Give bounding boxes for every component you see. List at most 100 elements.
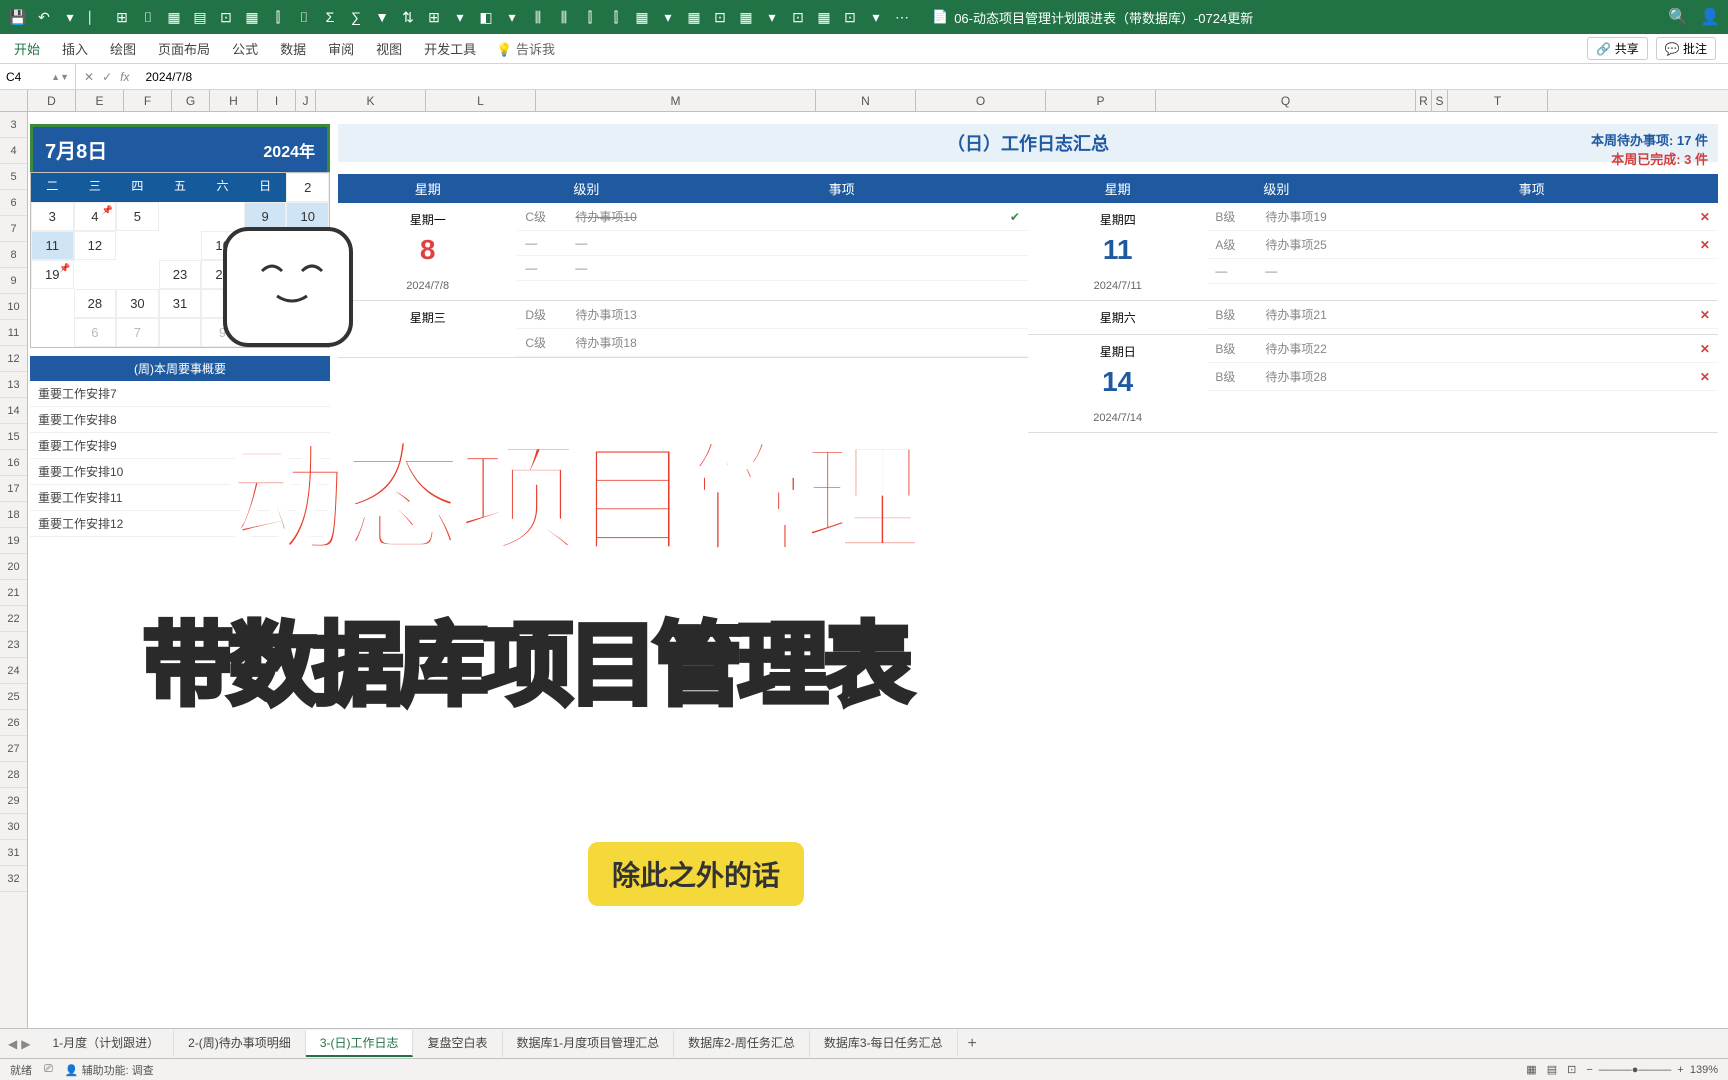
qat-icon[interactable]: ⫿ [268,7,288,27]
cal-cell[interactable]: 12 [74,231,117,260]
qat-icon[interactable]: ⎸ [86,7,106,27]
qat-icon[interactable]: ⊡ [788,7,808,27]
qat-icon[interactable]: ⫼ [528,7,548,27]
row-header[interactable]: 14 [0,398,27,424]
cal-cell[interactable] [159,318,202,347]
cal-cell[interactable]: 31 [159,289,202,318]
cal-cell[interactable]: 5 [116,202,159,231]
row-header[interactable]: 10 [0,294,27,320]
qat-icon[interactable]: ⊞ [424,7,444,27]
sheet-tab[interactable]: 1-月度（计划跟进） [38,1030,174,1057]
row-header[interactable]: 15 [0,424,27,450]
col-header[interactable]: J [296,90,316,111]
zoom-in-icon[interactable]: + [1677,1064,1683,1076]
col-header[interactable]: E [76,90,124,111]
qat-icon[interactable]: ⫿ [606,7,626,27]
qat-icon[interactable]: ▾ [450,7,470,27]
cancel-icon[interactable]: ✕ [84,70,94,84]
col-header[interactable]: G [172,90,210,111]
row-header[interactable]: 22 [0,606,27,632]
user-icon[interactable]: 👤 [1700,7,1720,27]
tab-next-icon[interactable]: ▶ [21,1037,30,1051]
row-header[interactable]: 30 [0,814,27,840]
task-row[interactable]: —— [517,231,1028,256]
ribbon-tab-8[interactable]: 开发工具 [422,35,478,62]
row-header[interactable]: 27 [0,736,27,762]
sheet-tab[interactable]: 2-(周)待办事项明细 [174,1030,306,1057]
row-header[interactable]: 20 [0,554,27,580]
col-header[interactable]: K [316,90,426,111]
row-header[interactable]: 7 [0,216,27,242]
col-header[interactable]: H [210,90,258,111]
share-button[interactable]: 🔗 共享 [1587,37,1647,60]
sort-icon[interactable]: ⇅ [398,7,418,27]
qat-icon[interactable]: ⊡ [710,7,730,27]
col-header[interactable]: Q [1156,90,1416,111]
ribbon-tab-2[interactable]: 绘图 [108,35,138,62]
row-header[interactable]: 3 [0,112,27,138]
qat-icon[interactable]: ▾ [762,7,782,27]
row-header[interactable]: 17 [0,476,27,502]
row-header[interactable]: 24 [0,658,27,684]
zoom-slider[interactable]: ———●——— [1599,1064,1672,1076]
confirm-icon[interactable]: ✓ [102,70,112,84]
row-header[interactable]: 16 [0,450,27,476]
task-row[interactable]: —— [517,256,1028,281]
qat-icon[interactable]: ⌷ [138,7,158,27]
search-icon[interactable]: 🔍 [1668,7,1688,27]
undo-icon[interactable]: ↶ [34,7,54,27]
row-header[interactable]: 25 [0,684,27,710]
zoom-out-icon[interactable]: − [1586,1064,1592,1076]
sheet-tab[interactable]: 3-(日)工作日志 [306,1030,414,1057]
ribbon-tab-3[interactable]: 页面布局 [156,35,212,62]
qat-icon[interactable]: Σ [320,7,340,27]
qat-icon[interactable]: ⫿ [580,7,600,27]
row-header[interactable]: 28 [0,762,27,788]
task-row[interactable]: A级待办事项25✕ [1207,231,1718,259]
col-header[interactable]: O [916,90,1046,111]
view-layout-icon[interactable]: ▤ [1547,1063,1557,1076]
qat-icon[interactable]: ⊞ [112,7,132,27]
row-header[interactable]: 32 [0,866,27,892]
task-row[interactable]: B级待办事项22✕ [1207,335,1718,363]
row-header[interactable]: 8 [0,242,27,268]
formula-value[interactable]: 2024/7/8 [137,70,200,84]
cal-cell[interactable]: 23 [159,260,202,289]
col-header[interactable]: N [816,90,916,111]
ribbon-tab-6[interactable]: 审阅 [326,35,356,62]
qat-icon[interactable]: ▦ [684,7,704,27]
task-row[interactable]: D级待办事项13 [517,301,1028,329]
tell-me[interactable]: 💡 告诉我 [496,39,555,58]
col-header[interactable]: F [124,90,172,111]
more-icon[interactable]: ⋯ [892,7,912,27]
row-header[interactable]: 5 [0,164,27,190]
qat-icon[interactable]: ◧ [476,7,496,27]
qat-icon[interactable]: ▾ [658,7,678,27]
qat-icon[interactable]: ▾ [866,7,886,27]
col-header[interactable]: S [1432,90,1448,111]
row-header[interactable]: 23 [0,632,27,658]
cal-cell[interactable]: 3 [31,202,74,231]
view-break-icon[interactable]: ⊡ [1567,1063,1576,1076]
row-header[interactable]: 18 [0,502,27,528]
row-header[interactable]: 9 [0,268,27,294]
sheet-tab[interactable]: 数据库2-周任务汇总 [674,1030,810,1057]
ribbon-tab-0[interactable]: 开始 [12,35,42,62]
qat-icon[interactable]: ▦ [632,7,652,27]
row-header[interactable]: 21 [0,580,27,606]
row-header[interactable]: 11 [0,320,27,346]
row-header[interactable]: 6 [0,190,27,216]
sheet-tab[interactable]: 数据库3-每日任务汇总 [810,1030,958,1057]
cal-cell[interactable]: 19📌 [31,260,74,289]
select-all-corner[interactable] [0,90,28,111]
col-header[interactable]: M [536,90,816,111]
filter-icon[interactable]: ▼ [372,7,392,27]
qat-icon[interactable]: ▦ [736,7,756,27]
task-row[interactable]: B级待办事项21✕ [1207,301,1718,329]
qat-icon[interactable]: ▾ [502,7,522,27]
row-header[interactable]: 26 [0,710,27,736]
task-row[interactable]: C级待办事项18 [517,329,1028,357]
col-header[interactable]: L [426,90,536,111]
task-row[interactable]: B级待办事项28✕ [1207,363,1718,391]
fx-icon[interactable]: fx [120,70,129,84]
